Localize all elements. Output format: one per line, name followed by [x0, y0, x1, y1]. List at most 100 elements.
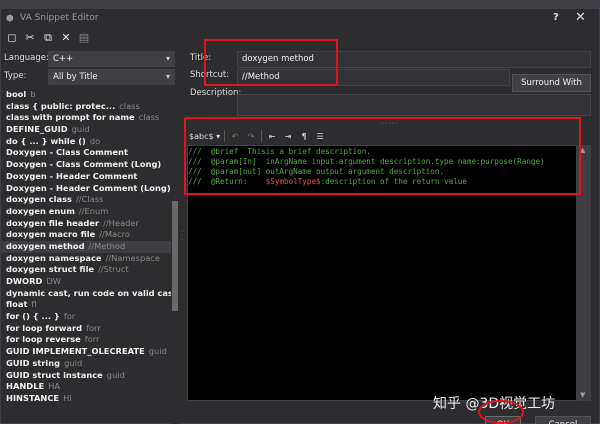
description-label: Description: [190, 88, 242, 98]
copy-icon[interactable]: ⧉ [41, 31, 55, 45]
snippet-shortcut: guid [148, 346, 167, 357]
snippet-list-scrollbar[interactable] [171, 89, 179, 424]
snippet-name: for () { ... } [6, 311, 60, 322]
snippet-name: GUID IMPLEMENT_OLECREATE [6, 346, 145, 357]
snippet-item[interactable]: GUID IMPLEMENT_OLECREATE guid [1, 346, 171, 358]
snippet-shortcut: class [119, 100, 140, 111]
snippet-name: HANDLE [6, 381, 45, 392]
snippet-shortcut: //Header [103, 217, 139, 228]
snippet-shortcut: forr [86, 322, 101, 333]
snippet-item[interactable]: DWORD DW [1, 276, 171, 288]
snippet-name: class { public: protec... [6, 100, 116, 111]
snippet-name: Doxygen - Class Comment [6, 147, 128, 158]
window-title: VA Snippet Editor [20, 13, 99, 23]
surround-with-button[interactable]: Surround With [512, 74, 591, 92]
snippet-item[interactable]: HANDLE HA [1, 381, 171, 393]
help-button[interactable]: ? [553, 12, 559, 23]
snippet-name: do { ... } while () [6, 135, 86, 146]
new-snippet-icon[interactable]: ◻ [5, 31, 19, 45]
snippet-item[interactable]: Doxygen - Class Comment [1, 147, 171, 159]
snippet-name: doxygen macro file [6, 229, 96, 240]
snippet-item[interactable]: doxygen namespace//Namespace [1, 253, 171, 265]
snippet-item[interactable]: doxygen struct file//Struct [1, 264, 171, 276]
snippet-name: HINSTANCE [6, 392, 60, 403]
type-value: All by Title [53, 72, 98, 82]
snippet-name: for loop forward [6, 322, 83, 333]
snippet-name: for loop reverse [6, 334, 81, 345]
snippet-name: GUID struct instance [6, 369, 103, 380]
snippet-item[interactable]: Doxygen - Header Comment (Long) [1, 183, 171, 195]
snippet-name: class with prompt for name [6, 112, 135, 123]
snippet-name: DEFINE_GUID [6, 124, 68, 135]
snippet-item[interactable]: Doxygen - Class Comment (Long) [1, 159, 171, 171]
snippet-shortcut: b [30, 89, 36, 99]
snippet-item[interactable]: for loop forward forr [1, 323, 171, 335]
snippet-item[interactable]: DEFINE_GUID guid [1, 124, 171, 136]
snippet-name: DWORD [6, 276, 43, 286]
snippet-name: Doxygen - Header Comment (Long) [6, 182, 171, 193]
pane-splitter[interactable]: · · · [180, 54, 185, 424]
snippet-item[interactable]: doxygen enum//Enum [1, 206, 171, 218]
snippet-item[interactable]: GUID struct instance guid [1, 370, 171, 382]
snippet-item[interactable]: class with prompt for name class [1, 112, 171, 124]
snippet-item[interactable]: float fl [1, 299, 171, 311]
app-icon: ⬢ [6, 14, 14, 24]
snippet-shortcut: HA [48, 381, 61, 392]
snippet-name: doxygen method [6, 240, 85, 251]
type-select[interactable]: All by Title ▾ [48, 69, 175, 85]
highlight-code [184, 117, 581, 195]
snippet-item[interactable]: doxygen file header//Header [1, 218, 171, 230]
title-bar: ⬢ VA Snippet Editor ? ✕ [1, 9, 599, 29]
snippet-shortcut: //Enum [78, 205, 109, 216]
snippet-name: doxygen namespace [6, 252, 102, 263]
snippet-name: doxygen struct file [6, 264, 95, 275]
snippet-item[interactable]: bool b [1, 89, 171, 101]
snippet-shortcut: class [138, 112, 160, 123]
delete-icon[interactable]: ✕ [59, 31, 73, 45]
language-label: Language: [4, 53, 49, 63]
snippet-shortcut: //Macro [99, 229, 130, 240]
snippet-shortcut: //Struct [98, 264, 129, 275]
snippet-shortcut: forr [84, 334, 100, 345]
snippet-name: doxygen enum [6, 205, 75, 216]
snippet-shortcut: guid [64, 357, 83, 368]
splitter-grip-icon: · · · [181, 227, 184, 244]
snippet-shortcut: guid [71, 124, 90, 135]
snippet-item[interactable]: Doxygen - Header Comment [1, 171, 171, 183]
snippet-name: dynamic cast, run code on valid cast [6, 287, 171, 298]
snippet-item[interactable]: for () { ... } for [1, 311, 171, 323]
cut-icon[interactable]: ✂ [23, 31, 37, 45]
language-select[interactable]: C++ ▾ [48, 51, 175, 67]
cancel-button[interactable]: Cancel [535, 416, 591, 424]
snippet-name: float [6, 299, 28, 310]
snippet-shortcut: //Namespace [105, 252, 160, 263]
snippet-shortcut: for [63, 311, 76, 322]
snippet-shortcut: //Method [88, 240, 126, 251]
snippet-name: Doxygen - Header Comment [6, 170, 138, 181]
snippet-item[interactable]: dynamic cast, run code on valid castdyn [1, 288, 171, 300]
highlight-title-shortcut [204, 39, 338, 86]
snippet-shortcut: do [89, 135, 101, 146]
snippet-list: bool b class { public: protec... class class… [1, 89, 171, 424]
chevron-down-icon: ▾ [165, 72, 170, 81]
snippet-item[interactable]: GUID string guid [1, 358, 171, 370]
close-button[interactable]: ✕ [575, 10, 586, 25]
snippet-item[interactable]: doxygen class //Class [1, 194, 171, 206]
snippet-shortcut: HI [63, 392, 72, 403]
snippet-item[interactable]: doxygen macro file//Macro [1, 229, 171, 241]
snippet-item[interactable]: doxygen method//Method [1, 240, 171, 253]
paste-icon[interactable]: ▤ [77, 31, 91, 45]
snippet-shortcut: guid [106, 369, 125, 380]
snippet-name: bool [6, 89, 27, 99]
snippet-shortcut: //Class [76, 194, 104, 205]
description-input[interactable] [237, 94, 591, 116]
snippet-item[interactable]: for loop reverse forr [1, 334, 171, 346]
snippet-item[interactable]: HINSTANCE HI [1, 393, 171, 405]
snippet-shortcut: fl [31, 299, 37, 310]
snippet-item[interactable]: do { ... } while () do [1, 136, 171, 148]
snippet-name: Doxygen - Class Comment (Long) [6, 159, 162, 170]
snippet-item[interactable]: class { public: protec... class [1, 101, 171, 113]
background-strip [0, 0, 600, 8]
scrollbar-thumb[interactable] [172, 201, 178, 311]
scroll-down-icon[interactable]: ▼ [580, 391, 585, 399]
